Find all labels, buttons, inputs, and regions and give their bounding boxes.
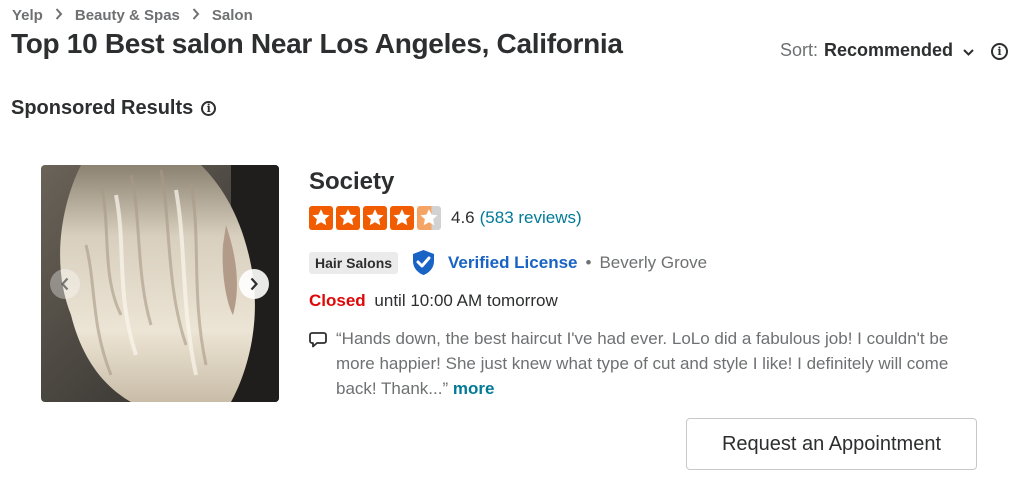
breadcrumb-item-salon[interactable]: Salon <box>212 7 253 24</box>
chevron-down-icon <box>963 40 974 61</box>
rating-value: 4.6 <box>451 208 475 227</box>
star-rating <box>309 206 441 230</box>
status-closed: Closed <box>309 291 366 310</box>
star-icon <box>336 206 360 230</box>
category-tag[interactable]: Hair Salons <box>309 251 399 274</box>
business-photo[interactable] <box>41 165 279 402</box>
chevron-left-icon <box>61 277 69 291</box>
chevron-right-icon <box>55 7 63 24</box>
sponsored-label: Sponsored Results <box>11 97 194 119</box>
sort-dropdown[interactable]: Sort: Recommended <box>780 40 974 61</box>
star-icon <box>417 206 441 230</box>
business-name[interactable]: Society <box>309 168 394 196</box>
info-icon[interactable]: i <box>201 101 217 116</box>
snippet-text: “Hands down, the best haircut I've had e… <box>336 329 949 398</box>
verified-license-label: Verified License <box>448 252 578 272</box>
star-icon <box>390 206 414 230</box>
verified-license[interactable]: Verified License <box>411 249 577 276</box>
carousel-next-button[interactable] <box>239 269 269 299</box>
breadcrumb-item-beauty-spas[interactable]: Beauty & Spas <box>75 7 180 24</box>
request-appointment-button[interactable]: Request an Appointment <box>686 418 977 470</box>
chevron-right-icon <box>192 7 200 24</box>
chevron-right-icon <box>250 277 258 291</box>
sponsored-results-heading: Sponsored Results i <box>11 97 217 120</box>
hours-text: until 10:00 AM tomorrow <box>374 291 558 310</box>
breadcrumb-item-yelp[interactable]: Yelp <box>12 7 43 24</box>
speech-bubble-icon <box>309 330 327 355</box>
page-title: Top 10 Best salon Near Los Angeles, Cali… <box>11 28 623 59</box>
review-snippet: “Hands down, the best haircut I've had e… <box>309 326 989 401</box>
star-icon <box>309 206 333 230</box>
star-icon <box>363 206 387 230</box>
review-count-link[interactable]: (583 reviews) <box>480 208 582 228</box>
business-hours: Closed until 10:00 AM tomorrow <box>309 291 558 311</box>
separator-dot: • <box>585 252 592 272</box>
carousel-prev-button[interactable] <box>50 269 80 299</box>
business-meta: Hair Salons Verified License • Beverly G… <box>309 249 707 276</box>
neighborhood: Beverly Grove <box>599 252 708 272</box>
rating-row: 4.6 (583 reviews) <box>309 206 582 230</box>
more-link[interactable]: more <box>453 379 495 398</box>
sort-value: Recommended <box>823 40 953 60</box>
info-icon[interactable]: i <box>991 43 1008 60</box>
sort-label: Sort: <box>779 40 818 60</box>
shield-check-icon <box>413 250 435 275</box>
breadcrumb: Yelp Beauty & Spas Salon <box>12 7 253 24</box>
